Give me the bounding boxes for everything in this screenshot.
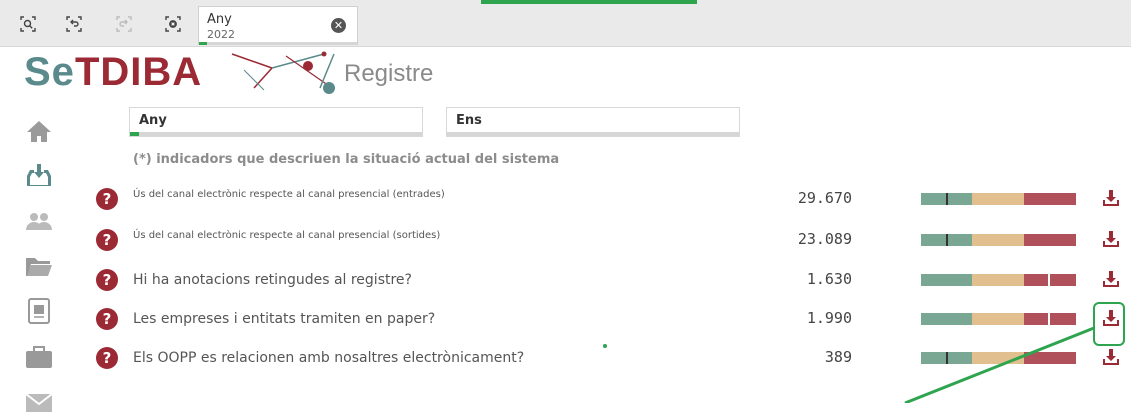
help-question-icon[interactable]: ? [96,308,118,330]
gauge-red-segment [1024,193,1076,205]
logo-text: SeTDIBA [24,50,203,94]
filter-label: Any [139,113,167,128]
indicator-value: 29.670 [797,189,852,207]
indicator-row: ? Els OOPP es relacionen amb nosaltres el… [0,344,1131,374]
gauge-marker [946,352,948,364]
indicator-row: ? Ús del canal electrònic respecte al can… [0,185,1131,215]
indicator-label: Els OOPP es relacionen amb nosaltres ele… [133,350,525,366]
indicator-label: Hi ha anotacions retingudes al registre? [133,272,412,288]
gauge-marker [1048,274,1050,286]
help-question-icon[interactable]: ? [96,188,118,210]
filter-label: Ens [456,113,482,128]
indicator-value: 389 [824,348,852,366]
filter-ens[interactable]: Ens [446,107,740,137]
indicator-gauge [921,313,1076,325]
gauge-green-segment [921,274,972,286]
close-icon[interactable]: ✕ [331,18,346,33]
indicator-gauge [921,274,1076,286]
home-icon[interactable] [24,118,54,144]
gauge-red-segment [1024,234,1076,246]
filter-ens-bar [447,132,739,136]
toolbar: Any 2022 ✕ [0,0,1131,47]
smart-search-icon[interactable] [12,10,44,38]
indicator-label: Les empreses i entitats tramiten en pape… [133,311,436,327]
step-back-icon[interactable] [58,10,90,38]
filter-any[interactable]: Any [129,107,423,137]
download-icon[interactable] [1101,347,1121,367]
indicator-value: 1.630 [806,270,852,288]
gauge-marker [946,193,948,205]
clear-selections-icon[interactable] [157,10,189,38]
help-question-icon[interactable]: ? [96,269,118,291]
toolbar-accent-strip [481,0,697,4]
annotation-dot [603,344,607,348]
gauge-tan-segment [972,234,1024,246]
logo-subtitle: Registre [344,60,434,87]
mail-icon[interactable] [24,390,54,416]
selection-chip-bar [199,42,357,45]
gauge-red-segment [1024,313,1076,325]
indicator-gauge [921,193,1076,205]
indicator-label: Ús del canal electrònic respecte al cana… [133,230,441,241]
app-logo: SeTDIBA Registre [24,50,454,94]
gauge-red-segment [1024,352,1076,364]
help-question-icon[interactable]: ? [96,229,118,251]
indicator-value: 23.089 [797,230,852,248]
gauge-tan-segment [972,313,1024,325]
gauge-green-segment [921,313,972,325]
download-highlight-box [1093,302,1125,346]
gauge-red-segment [1024,274,1076,286]
indicator-gauge [921,234,1076,246]
selection-chip[interactable]: Any 2022 ✕ [198,6,358,45]
indicator-row: ? Hi ha anotacions retingudes al registre… [0,266,1131,296]
selection-chip-value: 2022 [207,28,235,41]
logo-network-graphic [231,51,335,94]
filter-any-bar [130,132,422,136]
gauge-marker [946,234,948,246]
indicators-note: (*) indicadors que descriuen la situació… [133,152,560,167]
gauge-tan-segment [972,193,1024,205]
gauge-tan-segment [972,274,1024,286]
help-question-icon[interactable]: ? [96,347,118,369]
step-forward-icon[interactable] [108,10,140,38]
download-icon[interactable] [1101,188,1121,208]
indicator-value: 1.990 [806,309,852,327]
selection-chip-title: Any [207,12,232,27]
download-icon[interactable] [1101,269,1121,289]
indicator-label: Ús del canal electrònic respecte al cana… [133,189,445,200]
indicator-row: ? Ús del canal electrònic respecte al can… [0,226,1131,256]
download-icon[interactable] [1101,229,1121,249]
indicator-gauge [921,352,1076,364]
gauge-marker [1048,313,1050,325]
gauge-tan-segment [972,352,1024,364]
indicator-row: ? Les empreses i entitats tramiten en pap… [0,305,1131,335]
